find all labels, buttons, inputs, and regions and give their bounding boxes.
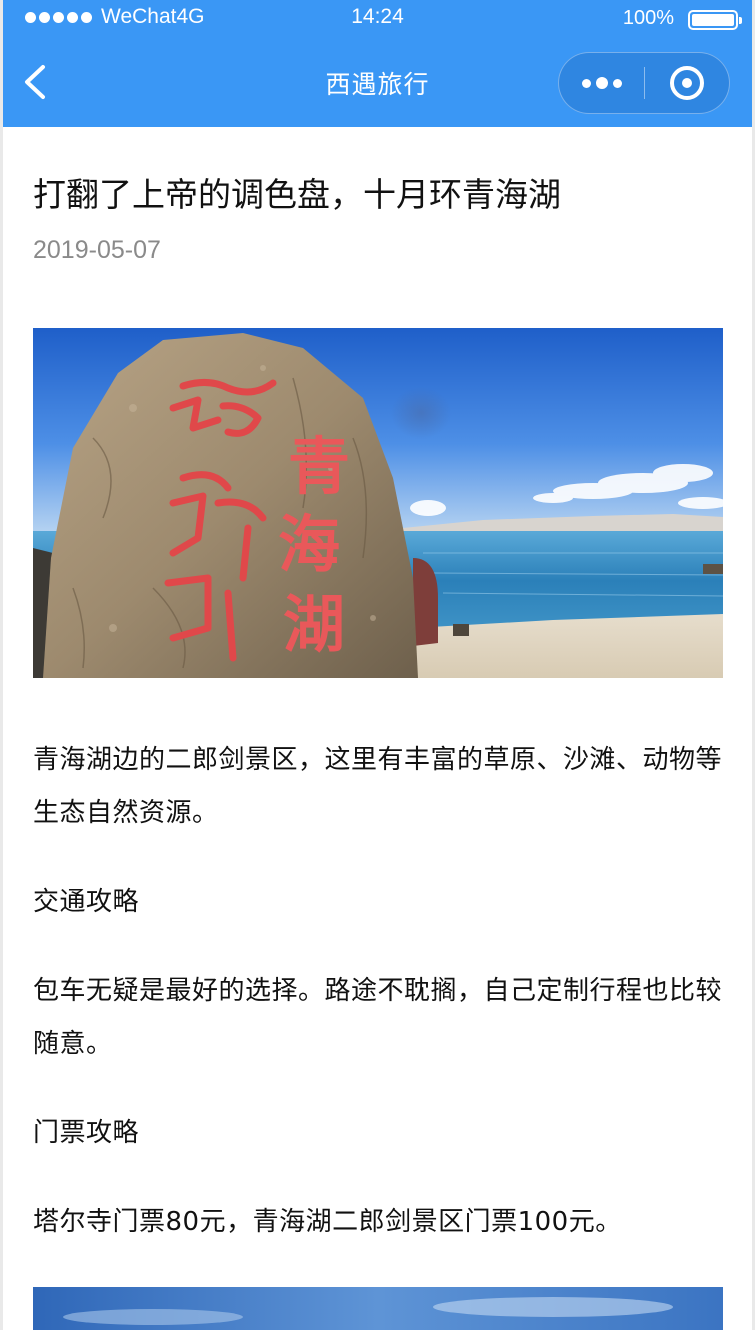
battery-icon bbox=[688, 10, 742, 30]
article-date: 2019-05-07 bbox=[33, 236, 161, 264]
section-heading-transport: 交通攻略 bbox=[33, 887, 140, 917]
section-heading-tickets: 门票攻略 bbox=[33, 1118, 140, 1148]
paragraph-tickets: 塔尔寺门票80元，青海湖二郎剑景区门票100元。 bbox=[33, 1207, 622, 1237]
second-image[interactable] bbox=[33, 1287, 723, 1330]
article-title: 打翻了上帝的调色盘，十月环青海湖 bbox=[33, 175, 561, 214]
paragraph-transport: 包车无疑是最好的选择。路途不耽搁，自己定制行程也比较随意。 bbox=[33, 976, 723, 1059]
stone-char-1: 青 bbox=[288, 430, 350, 503]
top-bar: WeChat4G 14:24 100% 西遇旅行 bbox=[3, 0, 752, 127]
miniprogram-capsule bbox=[558, 52, 730, 114]
paragraph-intro: 青海湖边的二郎剑景区，这里有丰富的草原、沙滩、动物等生态自然资源。 bbox=[33, 745, 723, 828]
more-dots-icon bbox=[581, 78, 591, 88]
close-miniprogram-button[interactable] bbox=[644, 53, 729, 113]
stone-char-2: 海 bbox=[278, 508, 340, 581]
sky-image-partial bbox=[33, 1287, 723, 1330]
status-bar: WeChat4G 14:24 100% bbox=[3, 0, 752, 40]
navigation-bar: 西遇旅行 bbox=[3, 40, 752, 127]
stone-char-3: 湖 bbox=[283, 588, 345, 661]
more-button[interactable] bbox=[559, 53, 644, 113]
hero-image[interactable]: 青 海 湖 bbox=[33, 328, 723, 678]
qinghai-lake-stone-image: 青 海 湖 bbox=[33, 328, 723, 678]
target-ring-icon bbox=[669, 66, 704, 100]
article: 打翻了上帝的调色盘，十月环青海湖 2019-05-07 青 海 湖 青海湖边的二… bbox=[33, 127, 723, 1330]
battery-percentage: 100% bbox=[622, 7, 674, 29]
phone-screen: WeChat4G 14:24 100% 西遇旅行 打翻了上帝的调色盘，十月环青海… bbox=[0, 0, 755, 1330]
